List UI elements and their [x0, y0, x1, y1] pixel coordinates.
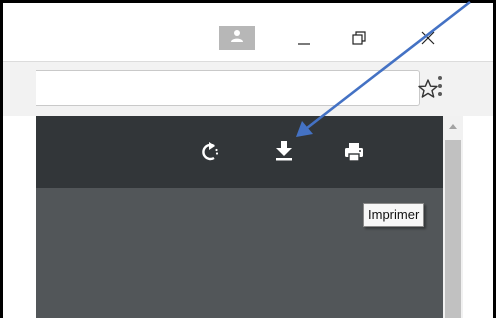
profile-icon[interactable] [219, 26, 255, 50]
page-margin [3, 116, 36, 318]
rotate-icon[interactable] [198, 140, 222, 164]
address-bar-row [3, 61, 493, 117]
restore-icon[interactable] [344, 24, 384, 54]
window-titlebar [3, 3, 493, 61]
scroll-up-arrow-icon[interactable] [449, 124, 457, 129]
address-field[interactable] [36, 70, 438, 106]
print-tooltip: Imprimer [363, 203, 425, 227]
print-icon[interactable] [342, 140, 366, 164]
window-right-margin [463, 116, 493, 318]
vertical-scrollbar[interactable] [443, 116, 463, 318]
close-icon[interactable] [411, 24, 451, 54]
pdf-toolbar [36, 116, 443, 188]
download-icon[interactable] [272, 138, 296, 162]
minimize-icon[interactable] [288, 24, 328, 54]
more-vert-icon[interactable] [435, 76, 445, 102]
scrollbar-thumb[interactable] [445, 140, 461, 318]
